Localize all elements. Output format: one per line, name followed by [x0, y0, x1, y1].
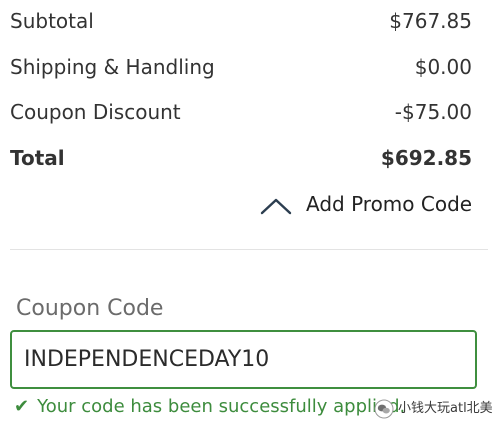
- coupon-code-input[interactable]: [10, 330, 477, 389]
- add-promo-code-label: Add Promo Code: [306, 192, 473, 216]
- coupon-success-text: Your code has been successfully applied.: [37, 396, 406, 417]
- subtotal-value: $767.85: [389, 9, 472, 33]
- shipping-value: $0.00: [414, 55, 472, 79]
- wechat-icon: [374, 399, 394, 419]
- total-row: Total $692.85: [0, 143, 494, 173]
- subtotal-label: Subtotal: [10, 9, 94, 33]
- shipping-row: Shipping & Handling $0.00: [0, 52, 494, 82]
- add-promo-code-toggle[interactable]: Add Promo Code: [258, 188, 473, 222]
- subtotal-row: Subtotal $767.85: [0, 6, 494, 36]
- total-label: Total: [10, 146, 65, 170]
- coupon-discount-label: Coupon Discount: [10, 100, 181, 124]
- total-value: $692.85: [380, 146, 472, 170]
- check-icon: ✔: [14, 396, 30, 417]
- watermark-text: 小钱大玩atl北美: [398, 401, 493, 416]
- coupon-success-message: ✔ Your code has been successfully applied…: [14, 393, 405, 421]
- chevron-up-icon: [260, 198, 292, 215]
- coupon-code-label: Coupon Code: [16, 296, 164, 321]
- coupon-discount-value: -$75.00: [394, 100, 472, 124]
- section-divider: [10, 249, 488, 250]
- shipping-label: Shipping & Handling: [10, 55, 215, 79]
- coupon-discount-row: Coupon Discount -$75.00: [0, 97, 494, 127]
